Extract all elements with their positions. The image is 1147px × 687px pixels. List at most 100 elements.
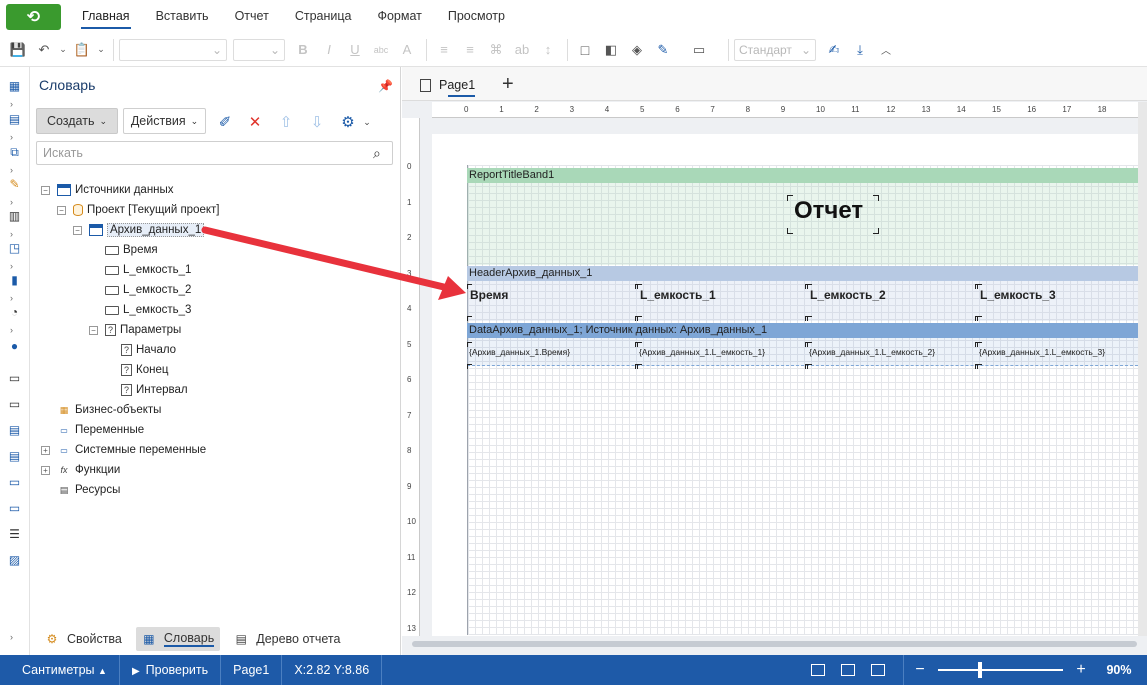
tree-item-column[interactable]: L_емкость_1	[105, 261, 191, 279]
units-dropdown[interactable]: Сантиметры ▲	[0, 655, 120, 685]
rich-text-icon[interactable]: ▤	[6, 449, 23, 463]
shapes-icon[interactable]: ◳	[6, 241, 23, 255]
actions-button[interactable]: Действия ⌄	[123, 108, 206, 134]
tree-item-variables[interactable]: ▭ Переменные	[57, 421, 144, 439]
data-cell-time[interactable]: {Архив_данных_1.Время}	[469, 347, 570, 357]
vertical-scrollbar[interactable]	[1138, 102, 1147, 636]
collapse-icon[interactable]: −	[89, 325, 98, 335]
tab-dictionary[interactable]: ▦ Словарь	[135, 626, 221, 651]
tree-item-business-objects[interactable]: ▦ Бизнес-объекты	[57, 401, 162, 419]
search-input[interactable]: Искать	[36, 141, 393, 165]
download-icon[interactable]: ⤓	[848, 38, 872, 62]
zoom-in-icon[interactable]: +	[1071, 661, 1091, 679]
barcode-icon[interactable]: ▥	[6, 209, 23, 223]
tree-item-table[interactable]: − Архив_данных_1	[73, 221, 205, 239]
chevron-right-icon[interactable]: ›	[10, 132, 20, 142]
report-title-text[interactable]: Отчет	[794, 197, 863, 225]
chevron-down-icon[interactable]: ⌄	[356, 111, 378, 133]
panel-icon[interactable]: ▭	[6, 475, 23, 489]
underline-icon[interactable]: U	[343, 38, 367, 62]
sub-report-icon[interactable]: ▭	[6, 397, 23, 411]
header-cell-l1[interactable]: L_емкость_1	[640, 288, 716, 302]
data-band-header[interactable]: DataАрхив_данных_1; Источник данных: Арх…	[467, 323, 1138, 338]
container-icon[interactable]: ▭	[6, 501, 23, 515]
chevron-right-icon[interactable]: ›	[10, 632, 20, 642]
tab-format[interactable]: Формат	[364, 0, 434, 33]
move-up-icon[interactable]: ⇧	[275, 111, 297, 133]
expand-icon[interactable]: +	[41, 465, 50, 475]
data-cell-l1[interactable]: {Архив_данных_1.L_емкость_1}	[639, 347, 765, 357]
tree-item-resources[interactable]: ▤ Ресурсы	[57, 481, 121, 499]
chevron-down-icon[interactable]: ⌄	[58, 38, 68, 62]
tree-item-column[interactable]: Время	[105, 241, 158, 259]
tab-properties[interactable]: ⚙ Свойства	[39, 627, 128, 651]
text-tool-icon[interactable]: ✎	[6, 177, 23, 191]
tab-insert[interactable]: Вставить	[143, 0, 222, 33]
band-icon[interactable]: ▤	[6, 112, 23, 126]
align-left-icon[interactable]: ≡	[432, 38, 456, 62]
fit-width-icon[interactable]	[807, 655, 829, 685]
pointer-icon[interactable]: ▦	[6, 79, 23, 93]
style-designer-icon[interactable]: ✍	[822, 38, 846, 62]
undo-icon[interactable]: ↶	[32, 38, 56, 62]
image-icon[interactable]: ▨	[6, 553, 23, 567]
tab-home[interactable]: Главная	[69, 0, 143, 33]
text-box-icon[interactable]: ▤	[6, 423, 23, 437]
italic-icon[interactable]: I	[317, 38, 341, 62]
gauge-icon[interactable]: ◔	[6, 305, 23, 319]
chevron-right-icon[interactable]: ›	[10, 293, 20, 303]
chevron-right-icon[interactable]: ›	[10, 99, 20, 109]
chart-icon[interactable]: ▮	[6, 273, 23, 287]
chevron-right-icon[interactable]: ›	[10, 261, 20, 271]
list-icon[interactable]: ☰	[6, 527, 23, 541]
collapse-ribbon-icon[interactable]: ︿	[874, 38, 898, 62]
search-icon[interactable]: ⌕	[373, 145, 389, 161]
tree-item-column[interactable]: L_емкость_2	[105, 281, 191, 299]
chevron-right-icon[interactable]: ›	[10, 325, 20, 335]
border-icon[interactable]: □	[573, 38, 597, 62]
collapse-icon[interactable]: −	[73, 225, 82, 235]
delete-icon[interactable]: ✕	[244, 111, 266, 133]
check-button[interactable]: ▶ Проверить	[120, 655, 222, 685]
header-cell-l2[interactable]: L_емкость_2	[810, 288, 886, 302]
zoom-out-icon[interactable]: −	[910, 661, 930, 679]
font-name-combo[interactable]: ⌄	[119, 38, 227, 61]
chevron-down-icon[interactable]: ⌄	[96, 38, 106, 62]
collapse-icon[interactable]: −	[41, 185, 50, 195]
style-combo[interactable]: Стандарт ⌄	[734, 38, 816, 61]
save-icon[interactable]: 💾	[6, 38, 30, 62]
line-spacing-icon[interactable]: ↕	[536, 38, 560, 62]
tree-item-parameters[interactable]: − ? Параметры	[89, 321, 181, 339]
border-style-icon[interactable]: ▭	[677, 38, 721, 62]
tree-item-param[interactable]: ? Начало	[121, 341, 176, 359]
header-band-header[interactable]: HeaderАрхив_данных_1	[467, 266, 1138, 281]
cross-band-icon[interactable]: ⧉	[6, 145, 23, 159]
move-down-icon[interactable]: ⇩	[306, 111, 328, 133]
header-cell-time[interactable]: Время	[470, 288, 508, 302]
tab-view[interactable]: Просмотр	[435, 0, 518, 33]
tree-item-column[interactable]: L_емкость_3	[105, 301, 191, 319]
tree-item-param[interactable]: ? Интервал	[121, 381, 188, 399]
text-format-icon[interactable]: ab	[510, 38, 534, 62]
tab-report-tree[interactable]: ▤ Дерево отчета	[228, 627, 346, 651]
create-button[interactable]: Создать ⌄	[36, 108, 118, 134]
edit-icon[interactable]: ✐	[214, 111, 236, 133]
tree-item-project[interactable]: − Проект [Текущий проект]	[57, 201, 220, 219]
tab-page1[interactable]: Page1	[420, 73, 476, 97]
actual-size-icon[interactable]	[867, 655, 889, 685]
fill-color-icon[interactable]: ◈	[625, 38, 649, 62]
zoom-slider[interactable]	[938, 655, 1063, 685]
bold-icon[interactable]: B	[291, 38, 315, 62]
tree-item-functions[interactable]: + fx Функции	[41, 461, 120, 479]
tree-item-data-sources[interactable]: − Источники данных	[41, 181, 174, 199]
pin-icon[interactable]: 📌	[378, 79, 393, 93]
tree-item-system-variables[interactable]: + ▭ Системные переменные	[41, 441, 206, 459]
table-icon[interactable]: ▭	[6, 371, 23, 385]
shadow-icon[interactable]: ◧	[599, 38, 623, 62]
chevron-right-icon[interactable]: ›	[10, 197, 20, 207]
format-brush-icon[interactable]: ⌘	[484, 38, 508, 62]
report-page[interactable]: ReportTitleBand1 Отчет HeaderАрхив_данны…	[432, 134, 1138, 636]
tab-page[interactable]: Страница	[282, 0, 365, 33]
app-menu-button[interactable]: ⟲	[6, 3, 61, 30]
fit-page-icon[interactable]	[837, 655, 859, 685]
